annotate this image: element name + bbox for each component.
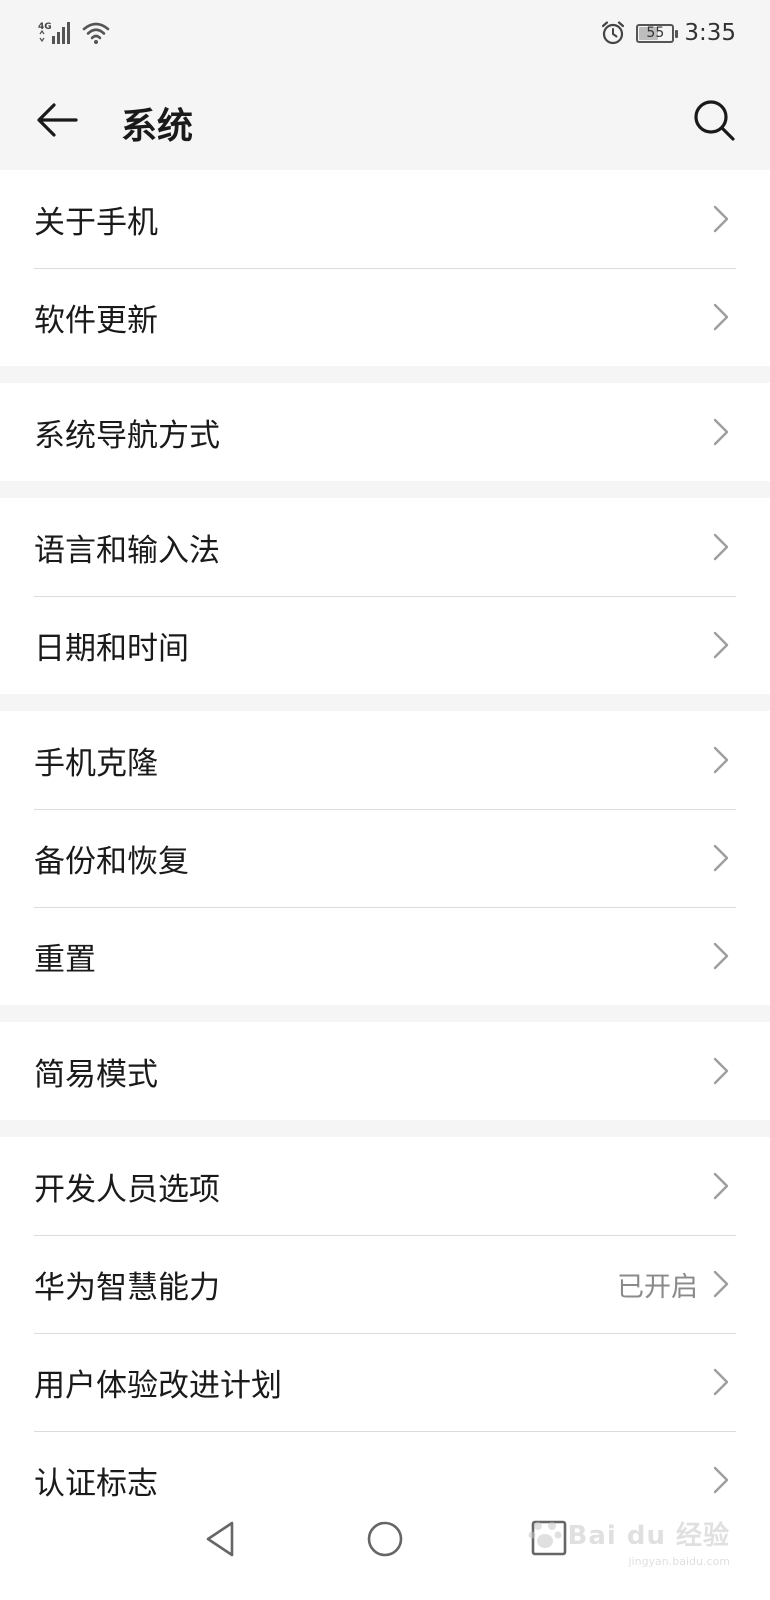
status-time: 3:35 (684, 20, 736, 46)
watermark: Bai du 经验 jingyan.baidu.com (528, 1515, 730, 1568)
chevron-right-icon (713, 1368, 729, 1396)
settings-item-software-update[interactable]: 软件更新 (0, 268, 770, 366)
chevron-right-icon (713, 844, 729, 872)
status-bar-right: 55 3:35 (600, 20, 736, 46)
chevron-right-icon (713, 1057, 729, 1085)
page-title: 系统 (121, 106, 194, 147)
chevron-right-icon (713, 631, 729, 659)
settings-item-label: 关于手机 (34, 204, 158, 241)
settings-item-simple-mode[interactable]: 简易模式 (0, 1022, 770, 1120)
settings-item-label: 日期和时间 (34, 630, 189, 667)
settings-item-about-phone[interactable]: 关于手机 (0, 170, 770, 268)
watermark-brand: Bai du 经验 (567, 1521, 730, 1551)
battery-indicator: 55 (636, 23, 679, 43)
alarm-icon (602, 21, 625, 45)
settings-item-label: 开发人员选项 (34, 1171, 220, 1208)
paw-logo-icon (528, 1521, 561, 1548)
wifi-icon (82, 22, 110, 44)
chevron-right-icon (713, 942, 729, 970)
navigation-bar: Bai du 经验 jingyan.baidu.com (0, 1505, 770, 1600)
battery-level: 55 (646, 25, 665, 41)
settings-item-label: 华为智慧能力 (34, 1269, 220, 1306)
cellular-signal-icon: 4G (38, 22, 70, 44)
settings-list: 关于手机 软件更新 系统导航方式 语言和输入法 日期和时间 手机克隆 备份和恢复 (0, 170, 770, 1546)
settings-group: 简易模式 (0, 1022, 770, 1120)
status-bar: 4G 55 3:35 (0, 0, 770, 70)
settings-group: 手机克隆 备份和恢复 重置 (0, 711, 770, 1005)
settings-item-huawei-intelligence[interactable]: 华为智慧能力 已开启 (0, 1235, 770, 1333)
chevron-right-icon (713, 303, 729, 331)
watermark-url: jingyan.baidu.com (628, 1555, 730, 1568)
chevron-right-icon (713, 1466, 729, 1494)
nav-home-icon[interactable] (365, 1519, 405, 1559)
settings-item-label: 语言和输入法 (34, 532, 220, 569)
settings-group: 关于手机 软件更新 (0, 170, 770, 366)
settings-item-backup-restore[interactable]: 备份和恢复 (0, 809, 770, 907)
settings-item-developer-options[interactable]: 开发人员选项 (0, 1137, 770, 1235)
settings-item-label: 系统导航方式 (34, 417, 220, 454)
settings-item-phone-clone[interactable]: 手机克隆 (0, 711, 770, 809)
status-bar-left: 4G (38, 20, 110, 46)
settings-item-date-time[interactable]: 日期和时间 (0, 596, 770, 694)
settings-item-label: 软件更新 (34, 302, 158, 339)
nav-back-icon[interactable] (202, 1519, 242, 1559)
chevron-right-icon (713, 1270, 729, 1298)
settings-item-label: 备份和恢复 (34, 843, 189, 880)
settings-item-navigation-mode[interactable]: 系统导航方式 (0, 383, 770, 481)
settings-group: 语言和输入法 日期和时间 (0, 498, 770, 694)
chevron-right-icon (713, 205, 729, 233)
back-arrow-icon[interactable] (32, 96, 82, 144)
settings-group: 开发人员选项 华为智慧能力 已开启 用户体验改进计划 认证标志 (0, 1137, 770, 1529)
settings-item-label: 手机克隆 (34, 745, 158, 782)
settings-item-status: 已开启 (617, 1271, 698, 1303)
settings-item-reset[interactable]: 重置 (0, 907, 770, 1005)
settings-item-user-experience[interactable]: 用户体验改进计划 (0, 1333, 770, 1431)
app-bar: 系统 (0, 70, 770, 170)
chevron-right-icon (713, 746, 729, 774)
search-icon[interactable] (690, 96, 738, 144)
settings-group: 系统导航方式 (0, 383, 770, 481)
settings-item-language-input[interactable]: 语言和输入法 (0, 498, 770, 596)
settings-item-label: 简易模式 (34, 1056, 158, 1093)
chevron-right-icon (713, 533, 729, 561)
chevron-right-icon (713, 1172, 729, 1200)
settings-item-label: 用户体验改进计划 (34, 1367, 282, 1404)
settings-item-label: 重置 (34, 941, 96, 978)
settings-item-label: 认证标志 (34, 1465, 158, 1502)
network-type-label: 4G (38, 22, 52, 32)
chevron-right-icon (713, 418, 729, 446)
